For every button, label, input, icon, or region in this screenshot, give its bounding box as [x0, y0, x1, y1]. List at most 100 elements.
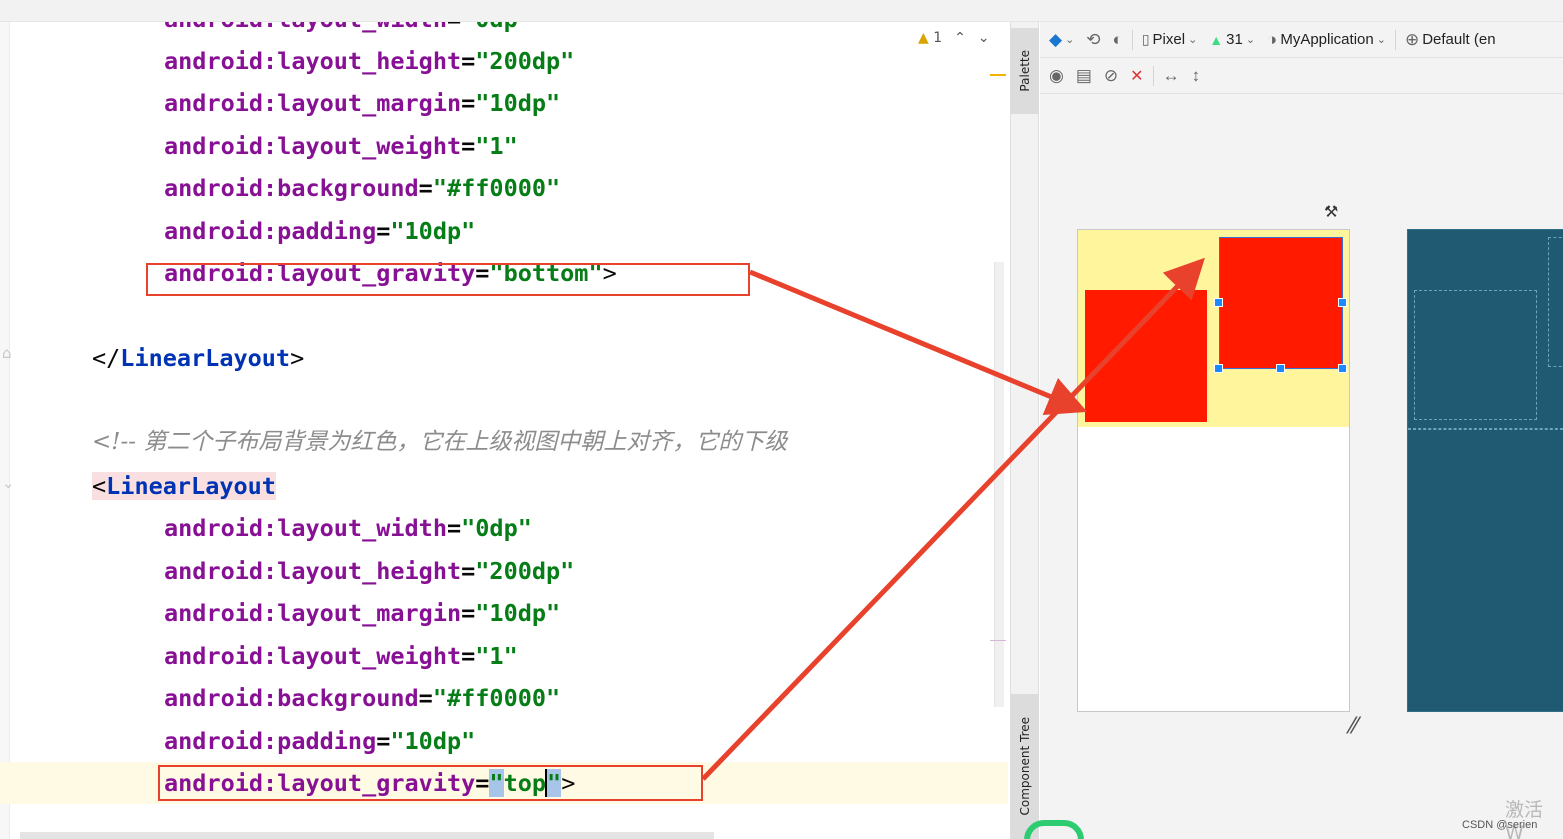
equals-sign: =: [418, 684, 433, 712]
api-level-selector[interactable]: ▲ 31 ⌄: [1206, 31, 1258, 48]
code-line-close-tag: </LinearLayout>: [0, 337, 1008, 379]
design-surface-button[interactable]: ◆ ⌄: [1046, 30, 1077, 50]
attr-name: android:layout_width: [164, 514, 447, 542]
code-line-layout-height: android:layout_height="200dp": [0, 550, 1008, 592]
attr-name: android:layout_height: [164, 557, 462, 585]
code-line-layout-weight: android:layout_weight="1": [0, 635, 1008, 677]
equals-sign: =: [461, 89, 476, 117]
attr-name: android:layout_width: [164, 22, 447, 33]
view-options-button[interactable]: ◉: [1046, 66, 1067, 86]
resize-corner-icon[interactable]: ⁄⁄: [1350, 714, 1357, 739]
device-selector[interactable]: ▯ Pixel ⌄: [1139, 31, 1200, 48]
expand-horizontal-button[interactable]: ↔: [1160, 66, 1183, 86]
margins-icon: ▤: [1075, 65, 1092, 85]
tag-highlight: <LinearLayout: [92, 472, 276, 500]
code-line-partial: android:layout_width="0dp": [0, 22, 1008, 40]
rotate-icon: ⟲: [1086, 29, 1101, 49]
warning-icon: ▲: [918, 30, 929, 46]
tab-component-tree-label: Component Tree: [1018, 717, 1032, 816]
orientation-button[interactable]: ⟲: [1083, 30, 1103, 50]
tab-palette-label: Palette: [1018, 50, 1032, 92]
code-line-layout-weight: android:layout_weight="1": [0, 125, 1008, 167]
next-highlight-icon[interactable]: ⌄: [978, 30, 990, 46]
attr-value: "1": [475, 642, 518, 670]
warning-indicator[interactable]: ▲ 1: [918, 30, 942, 46]
horizontal-arrows-icon: ↔: [1162, 65, 1180, 85]
tab-component-tree[interactable]: Component Tree: [1011, 694, 1039, 839]
globe-icon: ⊕: [1404, 29, 1420, 49]
code-line-padding: android:padding="10dp": [0, 210, 1008, 252]
xml-comment: <!-- 第二个子布局背景为红色，它在上级视图中朝上对齐，它的下级: [92, 429, 788, 455]
floating-assistant-icon[interactable]: [1024, 820, 1084, 839]
activation-watermark: 激活 W: [1505, 799, 1544, 839]
blueprint-parent-edge: [1408, 428, 1563, 430]
resize-handle[interactable]: [1276, 364, 1285, 373]
expand-vertical-button[interactable]: ↕: [1189, 66, 1204, 86]
attr-value: "10dp": [390, 727, 476, 755]
resize-handle[interactable]: [1338, 364, 1347, 373]
resize-handle[interactable]: [1214, 364, 1223, 373]
attr-value: "200dp": [475, 557, 575, 585]
editor-horizontal-scrollbar[interactable]: [20, 832, 714, 839]
theme-selector[interactable]: ◑ MyApplication ⌄: [1264, 30, 1389, 50]
attr-value: "10dp": [390, 217, 476, 245]
equals-sign: =: [447, 22, 461, 33]
equals-sign: =: [461, 557, 476, 585]
child-layout-bottom-aligned[interactable]: [1085, 290, 1207, 422]
api-level-label: 31: [1226, 31, 1243, 48]
vertical-arrows-icon: ↕: [1191, 65, 1201, 85]
design-preview[interactable]: [1077, 229, 1350, 712]
wrench-icon[interactable]: ⚒: [1324, 202, 1338, 221]
attr-value: "0dp": [461, 22, 532, 33]
chevron-down-icon: ⌄: [1188, 34, 1198, 46]
equals-sign: =: [376, 727, 391, 755]
code-line-padding: android:padding="10dp": [0, 720, 1008, 762]
attr-name: android:layout_height: [164, 47, 462, 75]
tag-name: LinearLayout: [120, 344, 291, 372]
locale-label: Default (en: [1422, 31, 1496, 48]
designer-toolbar: ◆ ⌄ ⟲ ◐ ▯ Pixel ⌄ ▲ 31 ⌄ ◑ MyApplication ⌄ ⊕ Def…: [1040, 22, 1563, 58]
clear-constraints-icon: ✕: [1130, 67, 1144, 85]
clear-constraints-button[interactable]: ✕: [1127, 66, 1146, 86]
previous-highlight-icon[interactable]: ⌃: [954, 30, 966, 46]
attr-name: android:padding: [164, 727, 377, 755]
moon-icon: ◐: [1112, 29, 1123, 49]
code-line-background: android:background="#ff0000": [0, 167, 1008, 209]
theme-label: MyApplication: [1280, 31, 1374, 48]
resize-handle[interactable]: [1338, 298, 1347, 307]
blueprint-preview[interactable]: [1407, 229, 1563, 712]
code-editor[interactable]: ⌂ ⌄ android:layout_width="0dp" android:l…: [0, 22, 1008, 839]
blueprint-child-bottom: [1414, 290, 1537, 420]
android-icon: ▲: [1209, 31, 1224, 48]
attr-value: "10dp": [475, 599, 561, 627]
inspection-widget[interactable]: ▲ 1 ⌃ ⌄: [918, 30, 990, 46]
toolbar-divider: [1152, 65, 1154, 86]
chevron-down-icon: ⌄: [1245, 34, 1256, 46]
chevron-down-icon: ⌄: [1065, 34, 1075, 46]
warning-stripe-mark[interactable]: [990, 74, 1006, 76]
tab-palette[interactable]: Palette: [1011, 28, 1039, 114]
highlight-box-bottom: [146, 263, 750, 296]
highlight-box-top: [158, 765, 703, 801]
child-layout-top-aligned[interactable]: [1219, 237, 1343, 369]
attr-name: android:layout_margin: [164, 599, 462, 627]
margins-toggle-button[interactable]: ▤: [1073, 66, 1095, 86]
window-top-strip: [0, 0, 1563, 22]
locale-selector[interactable]: ⊕ Default (en: [1402, 30, 1499, 50]
attr-name: android:padding: [164, 217, 377, 245]
night-mode-button[interactable]: ◐: [1110, 30, 1126, 50]
warning-count: 1: [933, 30, 943, 46]
code-line-layout-height: android:layout_height="200dp": [0, 40, 1008, 82]
equals-sign: =: [376, 217, 391, 245]
attr-value: "1": [475, 132, 518, 160]
attr-name: android:layout_margin: [164, 89, 462, 117]
resize-handle[interactable]: [1214, 298, 1223, 307]
toolbar-divider: [1394, 29, 1396, 50]
tag-name: LinearLayout: [106, 472, 276, 500]
attr-value: "#ff0000": [432, 174, 561, 202]
attr-name: android:layout_weight: [164, 642, 462, 670]
autoconnect-button[interactable]: ⊘: [1101, 66, 1121, 86]
equals-sign: =: [461, 599, 476, 627]
toolbar-divider: [1131, 29, 1133, 50]
phone-icon: ▯: [1141, 31, 1150, 47]
